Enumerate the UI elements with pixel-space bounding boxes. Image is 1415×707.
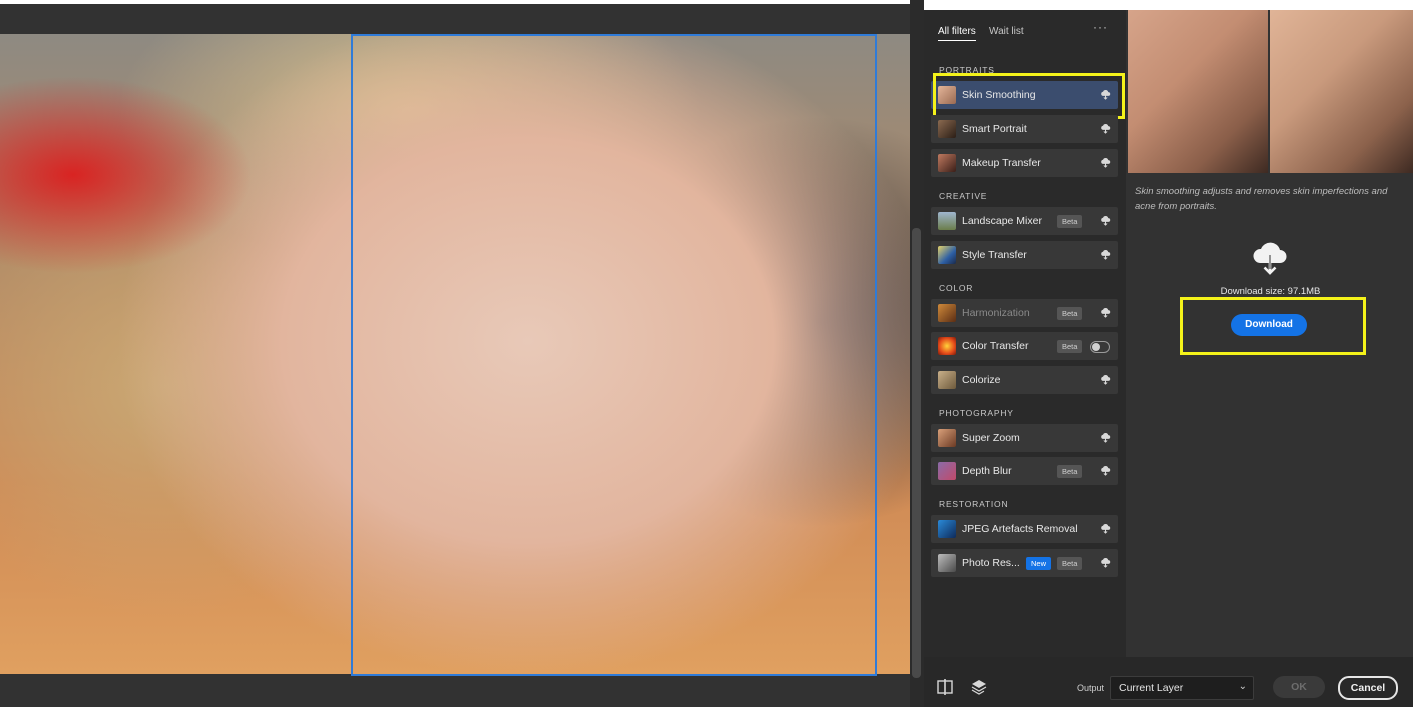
cloud-download-icon: [1253, 242, 1287, 275]
filter-label: Photo Res...: [962, 557, 1020, 569]
makeup-transfer-thumbnail: [938, 154, 956, 172]
filter-item-super-zoom[interactable]: Super Zoom: [931, 424, 1118, 452]
super-zoom-thumbnail: [938, 429, 956, 447]
filter-item-landscape-mixer[interactable]: Landscape Mixer Beta: [931, 207, 1118, 235]
section-restoration: RESTORATION: [939, 499, 1009, 509]
new-badge: New: [1026, 557, 1052, 570]
depth-blur-thumbnail: [938, 462, 956, 480]
filter-label: Color Transfer: [962, 340, 1029, 352]
chevron-down-icon: ⌄: [1238, 681, 1247, 692]
cloud-download-icon[interactable]: [1100, 307, 1111, 318]
layers-icon[interactable]: [969, 677, 989, 697]
cloud-download-icon[interactable]: [1100, 523, 1111, 534]
split-view-icon[interactable]: [935, 677, 955, 697]
ok-button[interactable]: OK: [1273, 676, 1325, 698]
color-transfer-thumbnail: [938, 337, 956, 355]
filter-description: Skin smoothing adjusts and removes skin …: [1135, 186, 1388, 212]
filter-item-smart-portrait[interactable]: Smart Portrait: [931, 115, 1118, 143]
filter-item-makeup-transfer[interactable]: Makeup Transfer: [931, 149, 1118, 177]
filter-label: Depth Blur: [962, 465, 1012, 477]
section-color: COLOR: [939, 283, 974, 293]
filter-label: Harmonization: [962, 307, 1030, 319]
landscape-mixer-thumbnail: [938, 212, 956, 230]
highlight-box-download: [1180, 297, 1366, 355]
more-options-icon[interactable]: ···: [1093, 20, 1108, 34]
beta-badge: Beta: [1057, 465, 1083, 478]
smart-portrait-thumbnail: [938, 120, 956, 138]
cloud-download-icon[interactable]: [1100, 249, 1111, 260]
highlight-box-skin-smoothing: [933, 73, 1125, 119]
cloud-download-icon[interactable]: [1100, 374, 1111, 385]
filter-label: Makeup Transfer: [962, 157, 1041, 169]
filter-label: JPEG Artefacts Removal: [962, 523, 1078, 535]
tab-all-filters[interactable]: All filters: [938, 26, 976, 41]
cancel-button[interactable]: Cancel: [1338, 676, 1398, 700]
filter-item-jpeg-artefacts-removal[interactable]: JPEG Artefacts Removal: [931, 515, 1118, 543]
tab-wait-list[interactable]: Wait list: [989, 26, 1024, 37]
preview-before-image: [1128, 10, 1268, 173]
top-edge: [0, 0, 910, 4]
jpeg-artefacts-thumbnail: [938, 520, 956, 538]
filter-item-depth-blur[interactable]: Depth Blur Beta: [931, 457, 1118, 485]
beta-badge: Beta: [1057, 340, 1083, 353]
cloud-download-icon[interactable]: [1100, 157, 1111, 168]
beta-badge: Beta: [1057, 557, 1083, 570]
section-photography: PHOTOGRAPHY: [939, 408, 1014, 418]
filter-item-style-transfer[interactable]: Style Transfer: [931, 241, 1118, 269]
download-size: Download size: 97.1MB: [1220, 286, 1321, 297]
filter-label: Landscape Mixer: [962, 215, 1042, 227]
preview-after-image: [1270, 10, 1413, 173]
filter-item-colorize[interactable]: Colorize: [931, 366, 1118, 394]
canvas-scrollbar-thumb[interactable]: [912, 228, 921, 678]
filter-label: Colorize: [962, 374, 1001, 386]
beta-badge: Beta: [1057, 307, 1083, 320]
beta-badge: Beta: [1057, 215, 1083, 228]
output-select[interactable]: Current Layer ⌄: [1110, 676, 1254, 700]
filter-label: Super Zoom: [962, 432, 1020, 444]
filter-item-harmonization[interactable]: Harmonization Beta: [931, 299, 1118, 327]
cloud-download-icon[interactable]: [1100, 557, 1111, 568]
output-select-value: Current Layer: [1119, 682, 1184, 694]
filter-label: Smart Portrait: [962, 123, 1027, 135]
photo-restoration-thumbnail: [938, 554, 956, 572]
style-transfer-thumbnail: [938, 246, 956, 264]
cloud-download-icon[interactable]: [1100, 123, 1111, 134]
filter-item-color-transfer[interactable]: Color Transfer Beta: [931, 332, 1118, 360]
filter-label: Style Transfer: [962, 249, 1027, 261]
filter-item-photo-restoration[interactable]: Photo Res... New Beta: [931, 549, 1118, 577]
output-label: Output: [1077, 683, 1105, 693]
colorize-thumbnail: [938, 371, 956, 389]
preview-region-frame[interactable]: [351, 34, 877, 676]
cloud-download-icon[interactable]: [1100, 465, 1111, 476]
section-creative: CREATIVE: [939, 191, 988, 201]
harmonization-thumbnail: [938, 304, 956, 322]
color-transfer-toggle[interactable]: [1090, 341, 1110, 353]
cloud-download-icon[interactable]: [1100, 432, 1111, 443]
cloud-download-icon[interactable]: [1100, 215, 1111, 226]
